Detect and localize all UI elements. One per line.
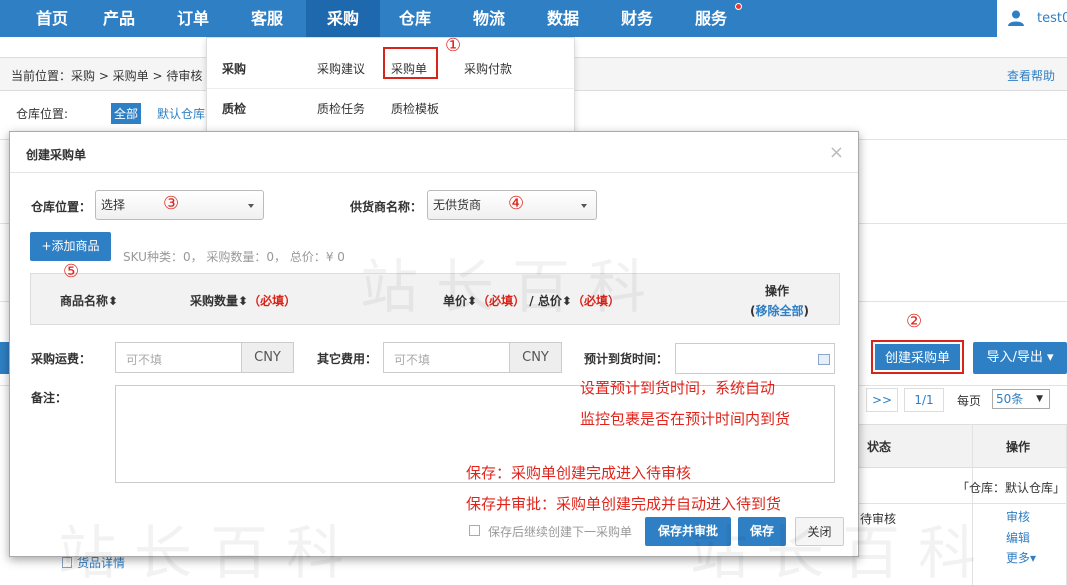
remove-all: (移除全部) [750, 302, 809, 319]
annotation-eta-1: 设置预计到货时间，系统自动 [580, 379, 776, 397]
watermark: 站长百科 [58, 519, 363, 585]
currency-addon: CNY [509, 343, 561, 372]
eta-label: 预计到货时间： [584, 352, 669, 366]
watermark: 站长百科 [360, 253, 665, 321]
warehouse-filter-label: 仓库位置: [16, 107, 69, 121]
per-page-value: 50条 [996, 392, 1024, 406]
annotation-marker-1: ① [445, 35, 462, 56]
shipping-label: 采购运费： [31, 352, 92, 366]
op-column-header: 操作 [1006, 440, 1031, 454]
user-menu[interactable]: test0 [997, 0, 1067, 37]
other-fee-placeholder: 可不填 [394, 353, 431, 367]
highlight-box [383, 47, 438, 79]
supplier-select-value: 无供货商 [433, 198, 482, 212]
approve-link[interactable]: 审核 [1006, 508, 1030, 525]
close-icon[interactable]: × [829, 142, 844, 163]
pager-page[interactable]: 1/1 [904, 388, 944, 412]
pager-next[interactable]: >> [866, 388, 898, 412]
dropdown-group-purchase: 采购 [222, 62, 247, 76]
add-product-button[interactable]: +添加商品 [30, 232, 111, 261]
notification-dot [735, 3, 742, 10]
top-nav: 首页 产品 订单 客服 采购 仓库 物流 数据 财务 服务 test0 [0, 0, 1067, 37]
edit-link[interactable]: 编辑 [1006, 529, 1030, 546]
col-product-name-label: 商品名称 [60, 294, 109, 308]
user-icon [1008, 10, 1024, 26]
continue-label: 保存后继续创建下一采购单 [488, 525, 633, 539]
col-quantity: 采购数量⬍（必填） [190, 292, 296, 309]
sort-icon[interactable]: ⬍ [108, 294, 118, 308]
nav-logistics[interactable]: 物流 [452, 0, 526, 37]
modal-title: 创建采购单 [26, 148, 87, 162]
caret-down-icon [581, 204, 587, 208]
currency-addon: CNY [241, 343, 293, 372]
chevron-down-icon: ▼ [1036, 394, 1043, 404]
annotation-marker-4: ④ [508, 193, 525, 214]
per-page-select[interactable]: 50条 ▼ [992, 389, 1050, 409]
paren-close: ) [803, 304, 809, 318]
help-link[interactable]: 查看帮助 [1007, 67, 1055, 84]
warehouse-label: 仓库位置： [31, 200, 92, 214]
menu-item-purchase-payment[interactable]: 采购付款 [464, 60, 512, 77]
col-op: 操作 [765, 284, 790, 298]
nav-service[interactable]: 客服 [230, 0, 304, 37]
col-product-name: 商品名称⬍ [60, 292, 118, 309]
annotation-save-approve: 保存并审批：采购单创建完成并自动进入待到货 [466, 495, 782, 513]
annotation-marker-3: ③ [163, 193, 180, 214]
import-export-button[interactable]: 导入/导出 ▾ [973, 342, 1067, 374]
annotation-marker-5: ⑤ [63, 261, 80, 282]
warehouse-filter-default[interactable]: 默认仓库 [157, 105, 205, 122]
nav-products[interactable]: 产品 [82, 0, 156, 37]
nav-finance[interactable]: 财务 [600, 0, 674, 37]
required-mark: （必填） [248, 294, 297, 308]
dropdown-group-qc: 质检 [222, 102, 247, 116]
calendar-icon[interactable] [818, 354, 830, 365]
watermark: 站长百科 [690, 519, 995, 585]
annotation-save: 保存：采购单创建完成进入待审核 [466, 464, 692, 482]
continue-checkbox[interactable] [469, 525, 480, 536]
other-fee-label: 其它费用： [317, 352, 378, 366]
warehouse-select-value: 选择 [101, 198, 126, 212]
divider [858, 503, 1067, 504]
nav-home[interactable]: 首页 [15, 0, 89, 37]
annotation-eta-2: 监控包裹是否在预计时间内到货 [580, 410, 791, 428]
sort-icon[interactable]: ⬍ [238, 294, 248, 308]
menu-item-qc-task[interactable]: 质检任务 [317, 100, 365, 117]
more-link[interactable]: 更多▾ [1006, 549, 1036, 566]
dropdown-row-qc: 质检 质检任务 质检模板 [207, 88, 576, 128]
nav-purchase[interactable]: 采购 [306, 0, 380, 37]
warehouse-select[interactable]: 选择 [95, 190, 264, 220]
sku-summary: SKU种类：0， 采购数量：0， 总价：¥ 0 [123, 250, 345, 264]
remove-all-link[interactable]: 移除全部 [755, 304, 803, 318]
state-column-header: 状态 [867, 440, 892, 454]
shipping-placeholder: 可不填 [126, 353, 163, 367]
eta-input[interactable] [675, 343, 835, 374]
supplier-label: 供货商名称： [350, 200, 423, 214]
caret-down-icon [248, 204, 254, 208]
warehouse-tag: 「仓库：默认仓库」 [957, 481, 1066, 495]
warehouse-filter-all[interactable]: 全部 [111, 103, 142, 124]
other-fee-input[interactable]: 可不填 CNY [383, 342, 562, 373]
nav-orders[interactable]: 订单 [156, 0, 230, 37]
create-order-button[interactable]: 创建采购单 [871, 340, 964, 374]
modal-header: 创建采购单 × [10, 132, 858, 173]
user-name: test0 [1037, 11, 1067, 26]
annotation-marker-2: ② [906, 311, 923, 332]
remark-label: 备注： [31, 391, 68, 405]
per-page-label: 每页 [957, 394, 982, 408]
menu-item-qc-template[interactable]: 质检模板 [391, 100, 439, 117]
menu-item-purchase-advice[interactable]: 采购建议 [317, 60, 365, 77]
breadcrumb: 当前位置：采购 > 采购单 > 待审核 [11, 69, 203, 83]
nav-data[interactable]: 数据 [526, 0, 600, 37]
shipping-input[interactable]: 可不填 CNY [115, 342, 294, 373]
nav-warehouse[interactable]: 仓库 [378, 0, 452, 37]
col-quantity-label: 采购数量 [190, 294, 239, 308]
